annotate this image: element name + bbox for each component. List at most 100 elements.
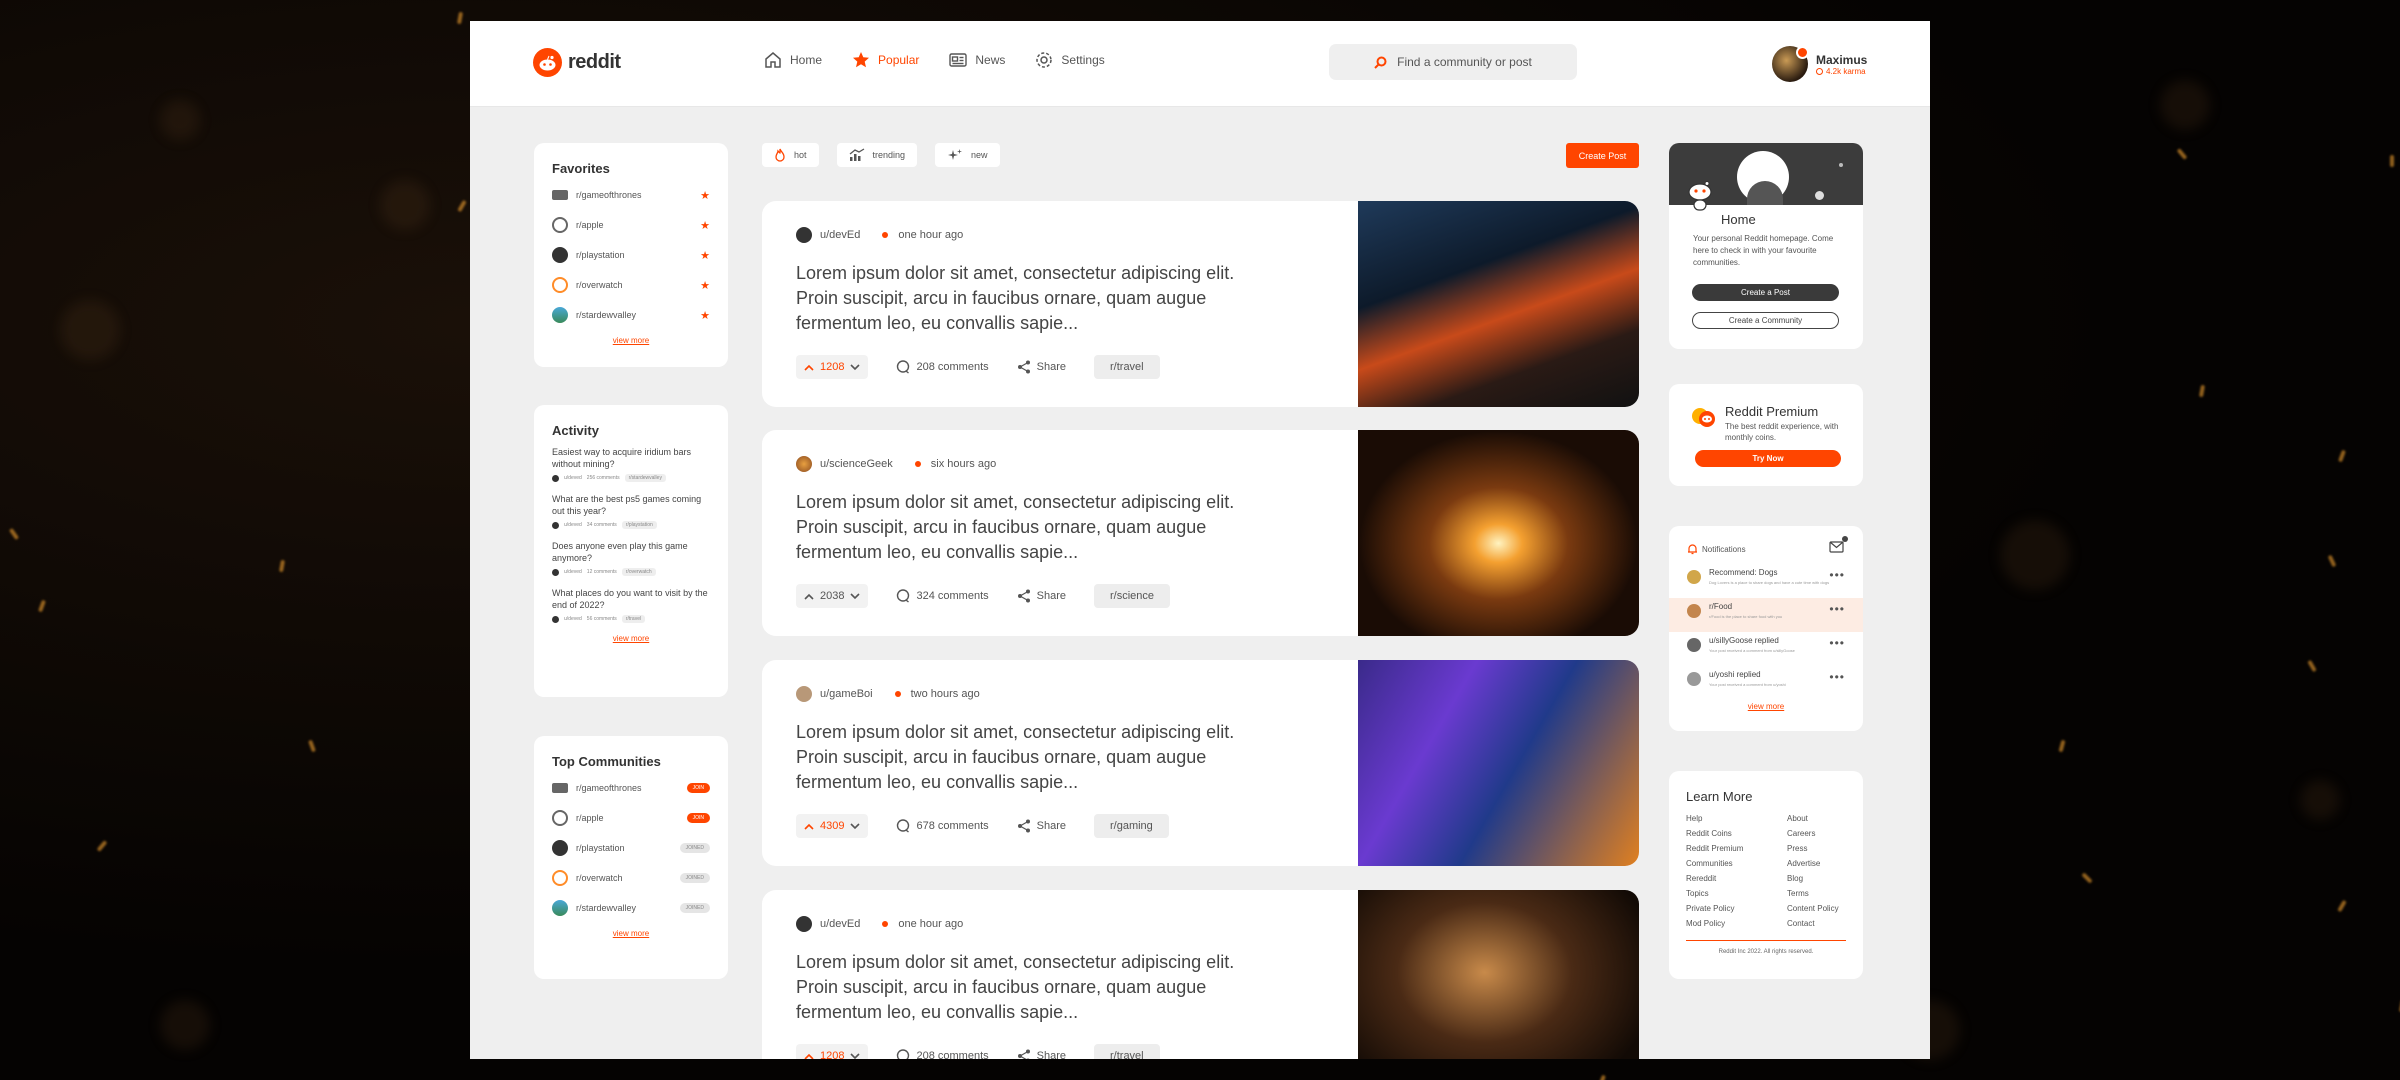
mail-icon[interactable]	[1829, 536, 1848, 558]
star-icon[interactable]: ★	[700, 249, 710, 262]
post-card[interactable]: u/scienceGeek six hours ago Lorem ipsum do…	[762, 430, 1639, 636]
upvote-icon[interactable]	[804, 1053, 814, 1060]
community-item[interactable]: r/gameofthrones JOIN	[552, 773, 710, 803]
notification-item[interactable]: u/yoshi replied Your post received a comm…	[1669, 666, 1863, 700]
footer-link-careers[interactable]: Careers	[1787, 829, 1867, 840]
upvote-icon[interactable]	[804, 823, 814, 830]
post-author[interactable]: u/devEd	[820, 229, 860, 241]
comments-button[interactable]: 208 comments	[896, 1049, 989, 1059]
vote-control[interactable]: 4309	[796, 814, 869, 838]
footer-link-advertise[interactable]: Advertise	[1787, 859, 1867, 870]
subreddit-tag[interactable]: r/gaming	[1094, 814, 1169, 838]
share-button[interactable]: Share	[1017, 819, 1066, 833]
share-button[interactable]: Share	[1017, 1049, 1066, 1059]
search-input[interactable]: Find a community or post	[1329, 44, 1577, 80]
joined-button[interactable]: JOINED	[679, 843, 710, 853]
post-image[interactable]	[1358, 201, 1639, 407]
post-title[interactable]: Lorem ipsum dolor sit amet, consectetur …	[796, 261, 1266, 336]
post-author[interactable]: u/devEd	[820, 918, 860, 930]
community-item[interactable]: r/apple JOIN	[552, 803, 710, 833]
community-item[interactable]: r/stardewvalley JOINED	[552, 893, 710, 923]
comments-button[interactable]: 678 comments	[896, 819, 989, 833]
comments-button[interactable]: 324 comments	[896, 589, 989, 603]
nav-news[interactable]: News	[949, 51, 1005, 69]
footer-link-terms[interactable]: Terms	[1787, 889, 1867, 900]
post-title[interactable]: Lorem ipsum dolor sit amet, consectetur …	[796, 490, 1266, 565]
post-image[interactable]	[1358, 660, 1639, 866]
favorite-item[interactable]: r/overwatch ★	[552, 270, 710, 300]
more-options-icon[interactable]: •••	[1829, 568, 1845, 582]
favorite-item[interactable]: r/playstation ★	[552, 240, 710, 270]
post-card[interactable]: u/devEd one hour ago Lorem ipsum dolor sit…	[762, 890, 1639, 1059]
joined-button[interactable]: JOINED	[679, 903, 710, 913]
activity-view-more[interactable]: view more	[552, 634, 710, 643]
footer-link-premium[interactable]: Reddit Premium	[1686, 844, 1787, 855]
vote-control[interactable]: 1208	[796, 355, 869, 379]
tab-trending[interactable]: trending	[836, 143, 918, 167]
downvote-icon[interactable]	[850, 1052, 861, 1060]
post-author[interactable]: u/scienceGeek	[820, 458, 893, 470]
share-button[interactable]: Share	[1017, 589, 1066, 603]
footer-link-privacy[interactable]: Private Policy	[1686, 904, 1787, 915]
notification-item[interactable]: Recommend: Dogs Dog Lovers is a place to …	[1669, 564, 1863, 598]
create-post-button-secondary[interactable]: Create a Post	[1692, 284, 1839, 301]
more-options-icon[interactable]: •••	[1829, 670, 1845, 684]
reddit-logo[interactable]: reddit	[533, 48, 621, 77]
footer-link-about[interactable]: About	[1787, 814, 1867, 825]
notifications-view-more[interactable]: view more	[1669, 702, 1863, 711]
create-community-button[interactable]: Create a Community	[1692, 312, 1839, 329]
activity-item[interactable]: What are the best ps5 games coming out t…	[552, 493, 710, 529]
vote-control[interactable]: 2038	[796, 584, 869, 608]
nav-popular[interactable]: Popular	[852, 51, 919, 69]
tab-new[interactable]: new	[935, 143, 1000, 167]
post-image[interactable]	[1358, 890, 1639, 1059]
footer-link-communities[interactable]: Communities	[1686, 859, 1787, 870]
footer-link-blog[interactable]: Blog	[1787, 874, 1867, 885]
footer-link-mod-policy[interactable]: Mod Policy	[1686, 919, 1787, 930]
downvote-icon[interactable]	[850, 592, 861, 600]
downvote-icon[interactable]	[850, 822, 861, 830]
footer-link-help[interactable]: Help	[1686, 814, 1787, 825]
vote-control[interactable]: 1208	[796, 1044, 869, 1060]
post-image[interactable]	[1358, 430, 1639, 636]
create-post-button[interactable]: Create Post	[1566, 143, 1639, 168]
favorite-item[interactable]: r/stardewvalley ★	[552, 300, 710, 330]
top-communities-view-more[interactable]: view more	[552, 929, 710, 938]
more-options-icon[interactable]: •••	[1829, 636, 1845, 650]
star-icon[interactable]: ★	[700, 309, 710, 322]
upvote-icon[interactable]	[804, 593, 814, 600]
footer-link-coins[interactable]: Reddit Coins	[1686, 829, 1787, 840]
join-button[interactable]: JOIN	[686, 783, 710, 793]
community-item[interactable]: r/overwatch JOINED	[552, 863, 710, 893]
post-card[interactable]: u/devEd one hour ago Lorem ipsum dolor sit…	[762, 201, 1639, 407]
downvote-icon[interactable]	[850, 363, 861, 371]
user-profile[interactable]: Maximus 4.2k karma	[1772, 46, 1867, 82]
activity-item[interactable]: Easiest way to acquire iridium bars with…	[552, 446, 710, 482]
favorite-item[interactable]: r/apple ★	[552, 210, 710, 240]
post-author[interactable]: u/gameBoi	[820, 688, 873, 700]
activity-item[interactable]: What places do you want to visit by the …	[552, 587, 710, 623]
star-icon[interactable]: ★	[700, 189, 710, 202]
favorites-view-more[interactable]: view more	[552, 336, 710, 345]
notification-item[interactable]: u/sillyGoose replied Your post received a…	[1669, 632, 1863, 666]
community-item[interactable]: r/playstation JOINED	[552, 833, 710, 863]
star-icon[interactable]: ★	[700, 219, 710, 232]
nav-settings[interactable]: Settings	[1035, 51, 1105, 69]
more-options-icon[interactable]: •••	[1829, 602, 1845, 616]
notification-item[interactable]: r/Food r/Food is the place to share food …	[1669, 598, 1863, 632]
favorite-item[interactable]: r/gameofthrones ★	[552, 180, 710, 210]
activity-item[interactable]: Does anyone even play this game anymore?…	[552, 540, 710, 576]
nav-home[interactable]: Home	[764, 51, 822, 69]
try-now-button[interactable]: Try Now	[1695, 450, 1841, 467]
subreddit-tag[interactable]: r/travel	[1094, 355, 1160, 379]
upvote-icon[interactable]	[804, 364, 814, 371]
tab-hot[interactable]: hot	[762, 143, 819, 167]
joined-button[interactable]: JOINED	[679, 873, 710, 883]
subreddit-tag[interactable]: r/travel	[1094, 1044, 1160, 1059]
comments-button[interactable]: 208 comments	[896, 360, 989, 374]
share-button[interactable]: Share	[1017, 360, 1066, 374]
join-button[interactable]: JOIN	[686, 813, 710, 823]
footer-link-press[interactable]: Press	[1787, 844, 1867, 855]
footer-link-contact[interactable]: Contact	[1787, 919, 1867, 930]
footer-link-content-policy[interactable]: Content Policy	[1787, 904, 1867, 915]
